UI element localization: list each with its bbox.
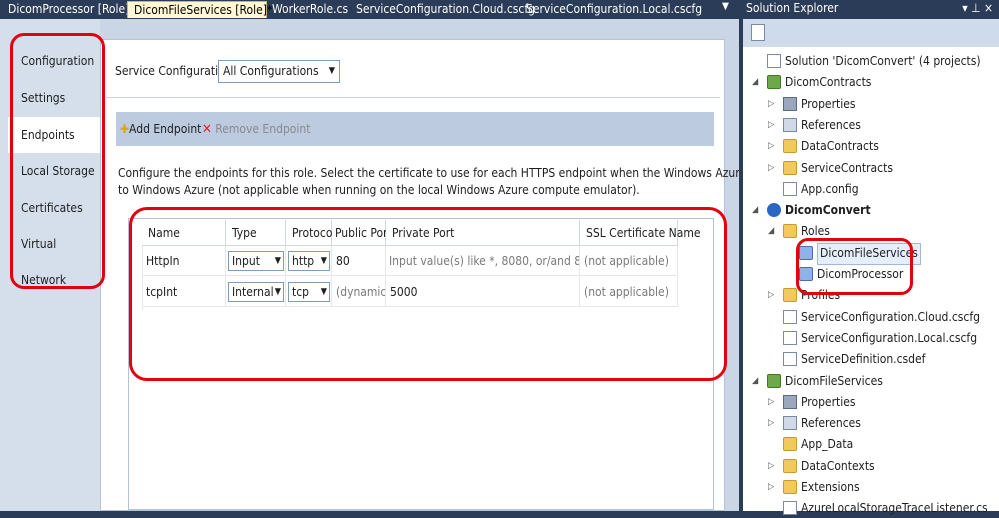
file-icon	[783, 330, 797, 345]
tree-node[interactable]: DataContracts	[801, 136, 879, 156]
service-configuration-select[interactable]: All Configurations ▼	[218, 60, 340, 83]
tab-serviceconfiguration-local[interactable]: ServiceConfiguration.Local.cscfg	[520, 1, 702, 18]
pin-icon[interactable]: ▾ ⊥ ×	[962, 0, 993, 17]
tab-overflow-dropdown-icon[interactable]: ▼	[722, 1, 729, 12]
tree-node[interactable]: Solution 'DicomConvert' (4 projects)	[785, 51, 981, 71]
remove-icon: ✕	[202, 122, 212, 137]
tree-node[interactable]: DicomConvert	[785, 200, 871, 220]
collapse-arrow-icon[interactable]: ◢	[768, 226, 774, 236]
tab-workerrole-cs[interactable]: WorkerRole.cs	[266, 1, 354, 18]
cloud-project-icon	[767, 203, 781, 218]
file-icon	[783, 181, 797, 196]
tab-dicomfileservices-role[interactable]: DicomFileServices [Role]* ✕	[127, 1, 287, 18]
collapse-arrow-icon[interactable]: ◢	[752, 376, 758, 386]
folder-icon	[783, 458, 797, 473]
tab-label: WorkerRole.cs	[272, 2, 349, 16]
tab-serviceconfiguration-cloud[interactable]: ServiceConfiguration.Cloud.cscfg	[350, 1, 535, 18]
solution-icon	[767, 54, 781, 68]
tree-node[interactable]: AzureLocalStorageTraceListener.cs	[801, 498, 988, 518]
tree-node[interactable]: App.config	[801, 179, 859, 199]
tree-node[interactable]: Extensions	[801, 477, 860, 497]
tab-label: DicomProcessor [Role]*	[8, 2, 135, 16]
collapse-arrow-icon[interactable]: ◢	[752, 77, 758, 87]
tree-node[interactable]: Properties	[801, 392, 856, 412]
expand-arrow-icon[interactable]: ▷	[768, 99, 774, 109]
tree-node[interactable]: ServiceDefinition.csdef	[801, 349, 925, 369]
solution-explorer-title: Solution Explorer	[746, 1, 839, 15]
add-endpoint-label: Add Endpoint	[129, 122, 202, 136]
solution-explorer-titlebar: Solution Explorer ▾ ⊥ ×	[743, 0, 999, 19]
tree-node[interactable]: App_Data	[801, 434, 853, 454]
references-icon	[783, 416, 797, 431]
references-icon	[783, 117, 797, 132]
tab-label: ServiceConfiguration.Local.cscfg	[526, 2, 703, 16]
expand-arrow-icon[interactable]: ▷	[768, 482, 774, 492]
tree-node[interactable]: ServiceContracts	[801, 158, 893, 178]
expand-arrow-icon[interactable]: ▷	[768, 418, 774, 428]
add-icon: ✚	[120, 122, 130, 136]
folder-icon	[783, 288, 797, 303]
file-icon	[783, 501, 797, 516]
expand-arrow-icon[interactable]: ▷	[768, 120, 774, 130]
solution-explorer-toolbar	[743, 19, 999, 47]
tree-node[interactable]: DicomContracts	[785, 72, 871, 92]
highlight-annotation	[129, 207, 727, 381]
properties-toolbar-icon[interactable]	[751, 24, 765, 41]
divider	[106, 97, 720, 98]
folder-icon	[783, 139, 797, 154]
collapse-arrow-icon[interactable]: ◢	[752, 205, 758, 215]
expand-arrow-icon[interactable]: ▷	[768, 163, 774, 173]
tab-label: DicomFileServices [Role]*	[134, 3, 273, 17]
chevron-down-icon: ▼	[328, 66, 335, 76]
tree-node[interactable]: Properties	[801, 94, 856, 114]
tree-node[interactable]: ServiceConfiguration.Cloud.cscfg	[801, 307, 980, 327]
description-line-2: to Windows Azure (not applicable when ru…	[118, 183, 640, 197]
tree-node[interactable]: DataContexts	[801, 456, 875, 476]
highlight-annotation	[796, 238, 913, 295]
web-project-icon	[767, 373, 781, 388]
document-tab-strip: DicomProcessor [Role]* DicomFileServices…	[0, 0, 739, 19]
highlight-annotation	[10, 33, 105, 289]
remove-endpoint-button[interactable]: ✕ Remove Endpoint	[202, 122, 311, 137]
file-icon	[783, 309, 797, 324]
folder-icon	[783, 160, 797, 175]
tree-node[interactable]: References	[801, 115, 861, 135]
remove-endpoint-label: Remove Endpoint	[215, 122, 311, 136]
folder-icon	[783, 480, 797, 494]
expand-arrow-icon[interactable]: ▷	[768, 290, 774, 300]
add-endpoint-button[interactable]: ✚Add Endpoint	[120, 122, 201, 136]
properties-icon	[783, 96, 797, 111]
properties-icon	[783, 394, 797, 409]
tab-label: ServiceConfiguration.Cloud.cscfg	[356, 2, 535, 16]
folder-icon	[783, 224, 797, 239]
folder-icon	[783, 437, 797, 452]
tree-node[interactable]: ServiceConfiguration.Local.cscfg	[801, 328, 977, 348]
file-icon	[783, 352, 797, 367]
endpoints-toolbar: ✚Add Endpoint ✕ Remove Endpoint	[116, 112, 714, 146]
expand-arrow-icon[interactable]: ▷	[768, 461, 774, 471]
tree-node[interactable]: References	[801, 413, 861, 433]
expand-arrow-icon[interactable]: ▷	[768, 397, 774, 407]
expand-arrow-icon[interactable]: ▷	[768, 141, 774, 151]
csharp-project-icon	[767, 75, 781, 90]
tab-dicomprocessor-role[interactable]: DicomProcessor [Role]*	[2, 1, 135, 18]
tree-node[interactable]: DicomFileServices	[785, 371, 883, 391]
service-configuration-value: All Configurations	[223, 64, 319, 78]
